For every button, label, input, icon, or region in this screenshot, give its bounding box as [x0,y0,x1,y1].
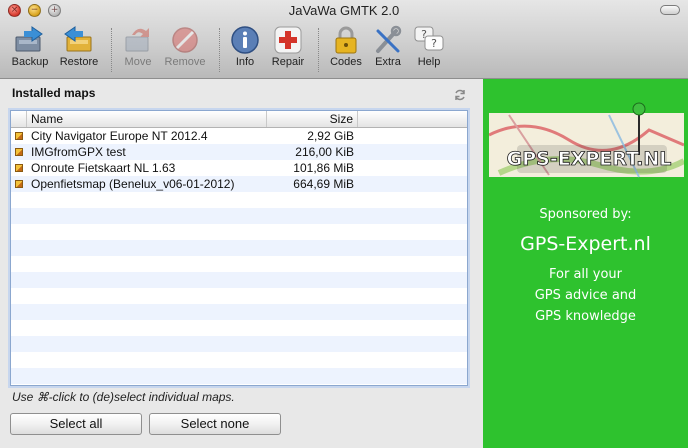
table-rows: City Navigator Europe NT 2012.4 2,92 GiB… [11,128,467,384]
table-row[interactable]: City Navigator Europe NT 2012.4 2,92 GiB [11,128,467,144]
empty-row [11,256,467,272]
sponsor-panel[interactable]: GPS-EXPERT.NL Sponsored by: GPS-Expert.n… [483,79,688,448]
map-size: 2,92 GiB [307,129,354,143]
empty-row [11,368,467,384]
sponsor-name: GPS-Expert.nl [520,233,651,255]
repair-icon [274,26,302,54]
map-name: IMGfromGPX test [31,145,126,159]
map-size: 664,69 MiB [293,177,354,191]
empty-row [11,224,467,240]
info-label: Info [235,56,255,68]
select-none-button[interactable]: Select none [149,413,281,435]
selection-hint: Use ⌘-click to (de)select individual map… [12,390,235,404]
toolbar-separator [111,28,112,72]
empty-row [11,192,467,208]
codes-button[interactable]: Codes [326,22,366,76]
panel-title: Installed maps [12,86,96,100]
map-icon [15,164,23,172]
refresh-icon[interactable] [453,88,467,102]
toolbar-separator [318,28,319,72]
select-all-button[interactable]: Select all [10,413,142,435]
map-name: Openfietsmap (Benelux_v06-01-2012) [31,177,235,191]
empty-row [11,320,467,336]
empty-row [11,304,467,320]
info-button[interactable]: Info [226,22,264,76]
repair-label: Repair [271,56,305,68]
empty-row [11,272,467,288]
map-icon [15,180,23,188]
column-header-filler [358,111,467,127]
lock-icon [335,26,357,54]
backup-icon [15,26,43,52]
help-label: Help [417,56,441,68]
table-row[interactable]: Openfietsmap (Benelux_v06-01-2012) 664,6… [11,176,467,192]
column-header-name[interactable]: Name [27,111,267,127]
empty-row [11,352,467,368]
table-row[interactable]: IMGfromGPX test 216,00 KiB [11,144,467,160]
restore-button[interactable]: Restore [56,22,102,76]
sponsor-tagline-1: For all your [549,267,622,282]
restore-label: Restore [59,56,99,68]
map-size: 216,00 KiB [295,145,354,159]
remove-button[interactable]: Remove [160,22,210,76]
move-button[interactable]: Move [118,22,158,76]
svg-text:?: ? [431,37,437,50]
table-row[interactable]: Onroute Fietskaart NL 1.63 101,86 MiB [11,160,467,176]
maps-table[interactable]: Name Size City Navigator Europe NT 2012.… [10,110,468,386]
window-title: JaVaWa GMTK 2.0 [288,3,400,18]
extra-label: Extra [375,56,401,68]
column-header-size[interactable]: Size [267,111,358,127]
toolbar: Backup Restore Move Remove Info Repair C… [0,22,688,78]
sponsored-by-label: Sponsored by: [539,207,632,222]
map-size: 101,86 MiB [293,161,354,175]
toolbar-separator [219,28,220,72]
map-name: Onroute Fietskaart NL 1.63 [31,161,176,175]
extra-button[interactable]: Extra [368,22,408,76]
map-name: City Navigator Europe NT 2012.4 [31,129,208,143]
help-button[interactable]: ? ? Help [410,22,448,76]
remove-icon [172,27,198,53]
app-window: × − + JaVaWa GMTK 2.0 Backup Restore Mov… [0,0,688,448]
sponsor-tagline-3: GPS knowledge [535,309,636,324]
codes-label: Codes [330,56,362,68]
move-icon [125,28,149,52]
empty-row [11,336,467,352]
restore-icon [64,26,92,52]
help-icon: ? ? [414,26,444,51]
repair-button[interactable]: Repair [268,22,308,76]
column-header-checkbox[interactable] [11,111,27,127]
installed-maps-panel: Installed maps Name Size City Navigator … [0,79,482,448]
map-icon [15,132,23,140]
sponsor-logo-text: GPS-EXPERT.NL [507,148,672,170]
empty-row [11,208,467,224]
empty-row [11,240,467,256]
table-header: Name Size [11,111,467,128]
tools-icon [376,25,402,53]
move-label: Move [124,56,152,68]
backup-button[interactable]: Backup [8,22,52,76]
toolbar-toggle-button[interactable] [660,5,680,15]
sponsor-tagline-2: GPS advice and [534,288,637,303]
title-bar: × − + JaVaWa GMTK 2.0 Backup Restore Mov… [0,0,688,79]
remove-label: Remove [164,56,206,68]
sponsor-logo[interactable]: GPS-EXPERT.NL [489,95,684,191]
map-icon [15,148,23,156]
info-icon [231,26,259,54]
backup-label: Backup [11,56,49,68]
empty-row [11,288,467,304]
